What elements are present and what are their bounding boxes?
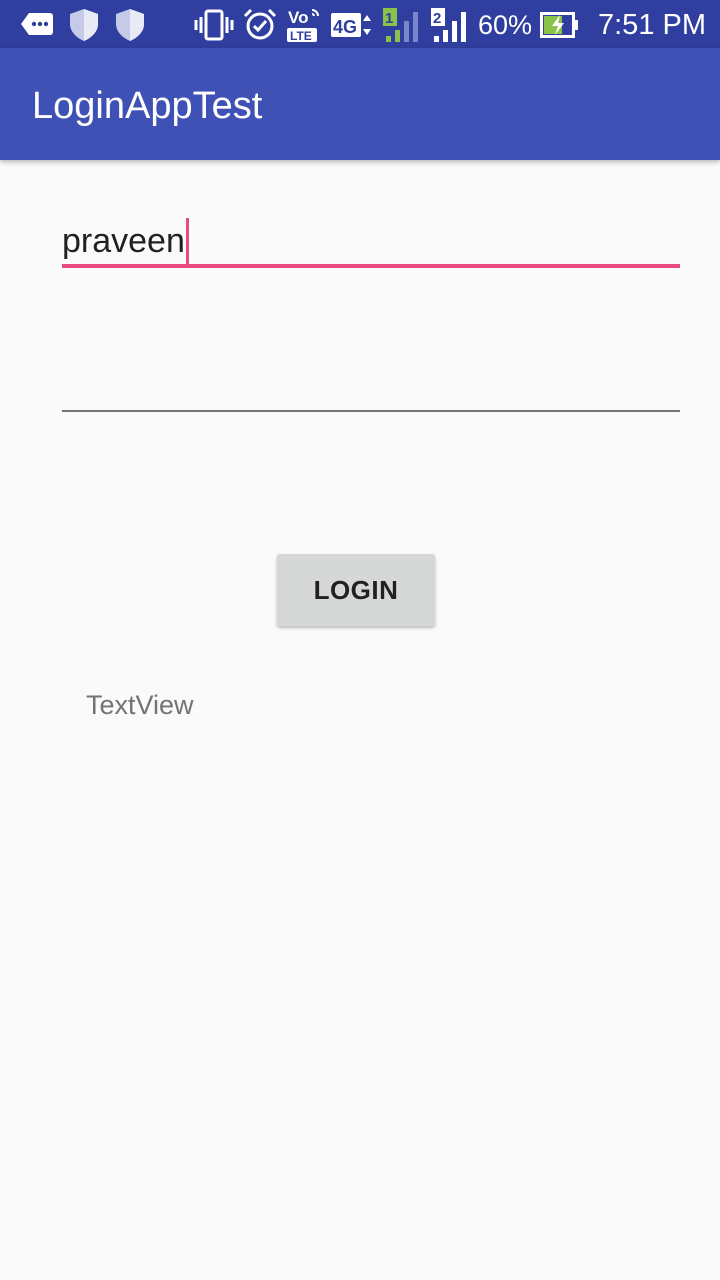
- system-status-icons: Vo LTE 4G 1 2 60% 7:51 PM: [194, 6, 706, 44]
- app-title: LoginAppTest: [32, 85, 263, 127]
- username-underline: [62, 264, 680, 268]
- shield-icon: [114, 8, 146, 42]
- sim2-label: 2: [433, 10, 441, 27]
- status-bar: Vo LTE 4G 1 2 60% 7:51 PM: [0, 0, 720, 48]
- app-bar: LoginAppTest: [0, 48, 720, 160]
- sim1-signal-icon: 1: [382, 7, 422, 43]
- username-field[interactable]: praveen: [62, 208, 680, 270]
- password-underline: [62, 410, 680, 412]
- clock: 7:51 PM: [598, 8, 706, 41]
- password-field[interactable]: [62, 352, 680, 414]
- shield-icon: [68, 8, 100, 42]
- 4g-data-icon: 4G: [330, 9, 374, 41]
- volte-label-bottom: LTE: [290, 29, 312, 43]
- result-textview: TextView: [86, 690, 194, 720]
- battery-charging-icon: [540, 11, 580, 39]
- sim1-label: 1: [385, 10, 393, 27]
- vibrate-icon: [194, 9, 234, 41]
- login-button[interactable]: LOGIN: [277, 554, 435, 626]
- username-input-row: praveen: [62, 218, 189, 264]
- chat-bubble-icon: [20, 11, 54, 39]
- username-value: praveen: [62, 222, 185, 260]
- notification-icons: [20, 8, 146, 42]
- battery-percent: 60%: [477, 9, 532, 40]
- text-cursor: [185, 218, 189, 264]
- alarm-icon: [242, 8, 278, 42]
- volte-label-top: Vo: [288, 8, 308, 27]
- sim2-signal-icon: 2: [430, 7, 470, 43]
- volte-icon: Vo LTE: [286, 6, 322, 44]
- network-type-label: 4G: [333, 17, 357, 37]
